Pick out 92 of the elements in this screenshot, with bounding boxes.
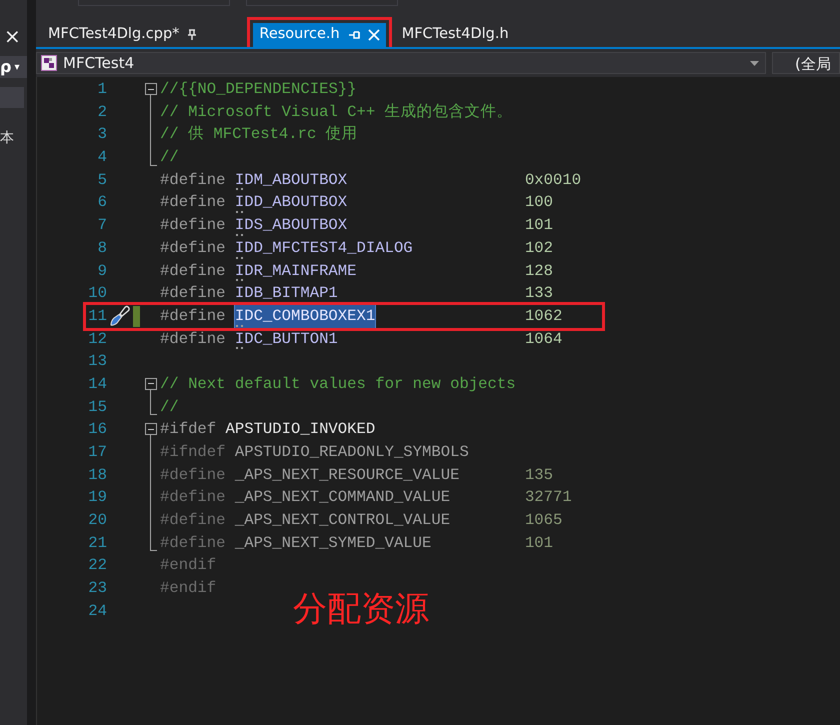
collapse-icon[interactable] [145,83,157,95]
line-number: 4 [96,147,107,168]
code-token: APSTUDIO_READONLY_SYMBOLS [234,442,469,463]
code-token: IDC_COMBOBOXEX1 [234,304,376,328]
search-icon: ρ [0,55,12,79]
line-number: 21 [87,532,107,554]
code-token: IDD_MFCTEST4_DIALOG [234,238,413,260]
pin-icon[interactable] [187,29,198,41]
code-token: IDR_MAINFRAME [234,260,357,282]
code-comment: // [160,147,179,168]
project-icon [41,55,57,71]
code-token: IDD_ABOUTBOX [234,192,348,214]
line-number: 8 [96,238,107,259]
code-token: #define [160,283,226,304]
code-token: 32771 [524,487,572,508]
line-number: 17 [87,442,107,463]
code-token: #define [160,306,226,327]
line-number: 7 [96,215,107,236]
code-token: 100 [524,192,554,214]
code-token: 1064 [524,328,562,350]
close-button[interactable]: × [0,24,21,48]
line-number: 19 [87,487,107,508]
code-token: IDC_BUTTON1 [234,328,338,350]
code-token: #define [160,510,226,532]
line-number: 11 [87,306,107,327]
line-number: 24 [87,600,107,622]
code-token: #define [160,532,226,554]
line-number: 13 [87,351,107,372]
line-number: 14 [87,374,107,395]
line-number: 2 [96,102,107,123]
code-token: #define [160,192,226,214]
close-icon[interactable] [368,29,380,41]
code-comment: // Next default values for new objects [160,374,516,395]
code-token: 0x0010 [524,170,582,191]
line-number: 9 [96,260,107,282]
line-number: 6 [96,192,107,214]
project-name: MFCTest4 [63,52,134,74]
code-token: 101 [524,215,554,236]
caret-icon [750,60,759,66]
code-token: 1065 [524,510,562,532]
panel-text: 本 [0,129,14,148]
line-number: 10 [87,283,107,304]
brush-icon[interactable] [109,305,131,328]
code-comment: //{{NO_DEPENDENCIES}} [160,79,357,100]
code-token: #define [160,487,226,508]
line-number: 5 [96,170,107,191]
code-token: _APS_NEXT_COMMAND_VALUE [234,487,450,508]
line-number: 22 [87,555,107,576]
code-token: 133 [524,283,554,304]
code-token: #define [160,260,226,282]
code-token: APSTUDIO_INVOKED [226,419,376,440]
code-token: IDB_BITMAP1 [234,283,338,305]
code-comment: // 供 MFCTest4.rc 使用 [160,124,358,146]
code-token: #define [160,464,226,486]
code-token: 102 [524,238,554,259]
collapse-icon[interactable] [145,378,157,390]
line-number: 3 [96,124,107,146]
code-token: 101 [524,532,554,554]
code-token: #ifndef [160,442,226,463]
line-number: 23 [87,578,107,600]
annotation-text: 分配资源 [293,589,429,630]
code-token: 135 [524,464,554,486]
code-token: 1062 [524,306,562,327]
code-comment: // Microsoft Visual C++ 生成的包含文件。 [160,102,513,123]
search-dropdown[interactable]: ρ ▾ [0,56,27,78]
file-tab[interactable]: Resource.h [253,23,386,47]
code-token: #endif [160,578,216,600]
code-token: #define [160,170,226,191]
line-number: 15 [87,396,107,418]
code-token: IDM_ABOUTBOX [234,170,348,192]
code-token: #define [160,215,226,236]
code-token: #ifdef [160,419,216,440]
code-token: _APS_NEXT_RESOURCE_VALUE [234,464,460,486]
code-token: 128 [524,260,554,282]
line-number: 18 [87,464,107,486]
file-tab[interactable]: MFCTest4Dlg.cpp* [42,23,204,47]
code-token: _APS_NEXT_CONTROL_VALUE [234,510,450,532]
code-comment: // [160,396,179,418]
code-token: #define [160,238,226,259]
file-tab[interactable]: MFCTest4Dlg.h [396,23,515,47]
code-token: _APS_NEXT_SYMED_VALUE [234,532,432,554]
project-dropdown[interactable]: MFCTest4 [36,52,766,74]
caret-icon: ▾ [14,60,20,74]
collapse-icon[interactable] [145,423,157,436]
code-token: #endif [160,555,216,576]
code-token: #define [160,328,226,350]
line-number: 16 [87,419,107,440]
scope-dropdown[interactable]: (全局 [772,52,840,74]
code-token: IDS_ABOUTBOX [234,215,348,237]
line-number: 12 [87,328,107,350]
line-number: 1 [96,79,107,100]
line-number: 20 [87,510,107,532]
